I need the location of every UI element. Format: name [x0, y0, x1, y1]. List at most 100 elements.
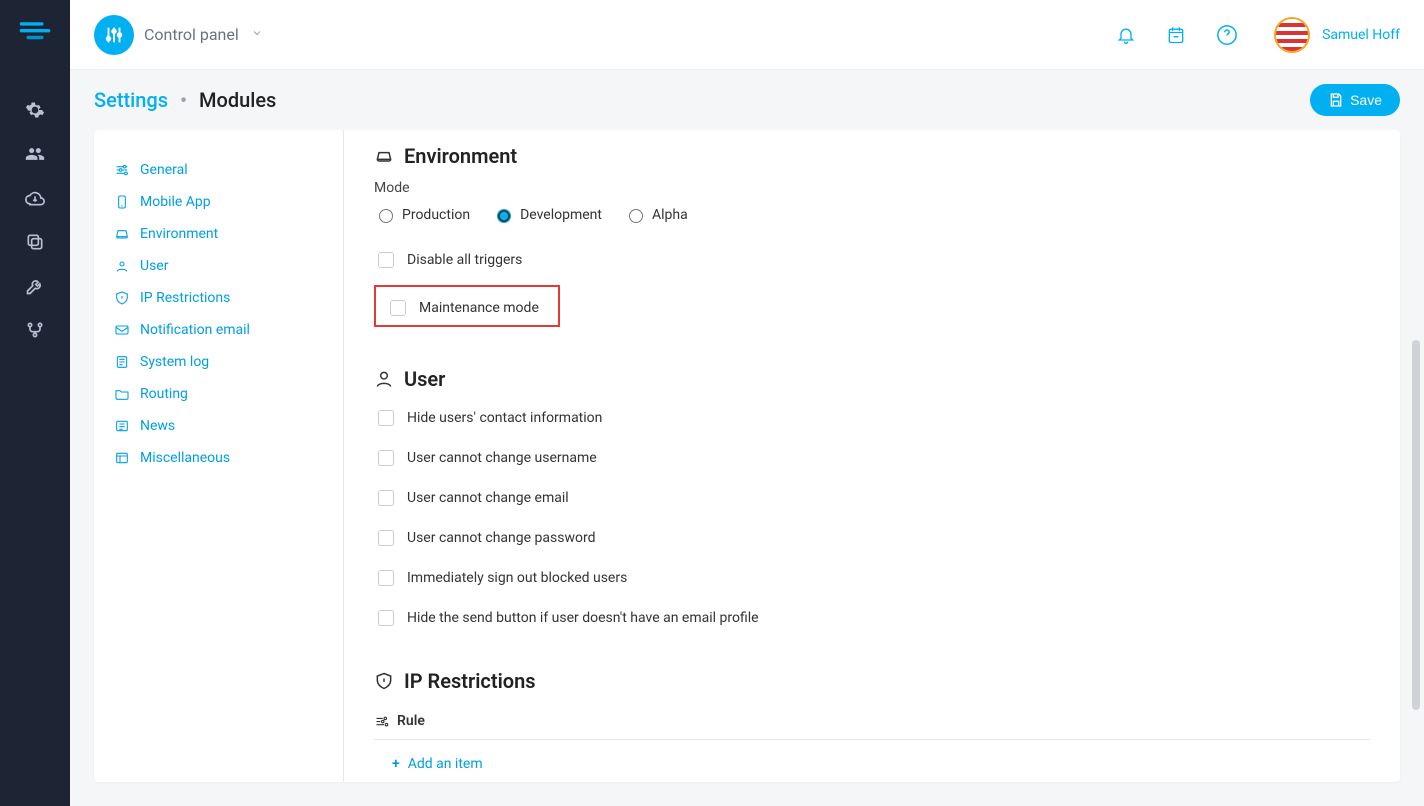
sliders-icon: [114, 162, 130, 178]
check-no-change-username-input[interactable]: [378, 450, 394, 466]
user-icon: [374, 369, 394, 389]
nav-label: Environment: [140, 226, 218, 242]
page-scrollbar[interactable]: [1410, 70, 1422, 806]
check-no-change-password[interactable]: User cannot change password: [374, 527, 1370, 549]
nav-miscellaneous[interactable]: Miscellaneous: [104, 442, 333, 474]
notifications-icon[interactable]: [1116, 25, 1136, 45]
nav-user[interactable]: User: [104, 250, 333, 282]
nav-label: Miscellaneous: [140, 450, 230, 466]
chevron-down-icon: [251, 27, 263, 43]
check-no-change-username[interactable]: User cannot change username: [374, 447, 1370, 469]
news-icon: [114, 418, 130, 434]
calendar-icon[interactable]: [1166, 25, 1186, 45]
check-no-change-email[interactable]: User cannot change email: [374, 487, 1370, 509]
radio-production[interactable]: Production: [374, 206, 470, 223]
nav-routing[interactable]: Routing: [104, 378, 333, 410]
check-maintenance-mode-input[interactable]: [390, 300, 406, 316]
maintenance-mode-highlight: Maintenance mode: [374, 285, 560, 327]
save-button-label: Save: [1350, 92, 1382, 108]
check-maintenance-mode[interactable]: Maintenance mode: [386, 297, 548, 319]
breadcrumb: Settings • Modules: [94, 88, 276, 112]
ip-add-item[interactable]: + Add an item: [374, 752, 1370, 776]
save-icon: [1328, 92, 1344, 108]
nav-label: News: [140, 418, 175, 434]
rules-icon: [374, 714, 389, 729]
left-rail: [0, 0, 70, 806]
section-user-title: User: [404, 367, 445, 391]
check-signout-blocked-input[interactable]: [378, 570, 394, 586]
scrollbar-thumb[interactable]: [1412, 340, 1420, 710]
shield-icon: [114, 290, 130, 306]
section-ip-title: IP Restrictions: [404, 669, 536, 693]
nav-notification-email[interactable]: Notification email: [104, 314, 333, 346]
settings-side-nav: General Mobile App Environment User: [94, 130, 344, 782]
help-icon[interactable]: [1216, 24, 1238, 46]
mobile-icon: [114, 194, 130, 210]
nav-environment[interactable]: Environment: [104, 218, 333, 250]
settings-body: Environment Mode Production Development: [344, 130, 1400, 782]
rail-item-download[interactable]: [0, 176, 70, 220]
nav-label: User: [140, 258, 168, 274]
breadcrumb-separator: •: [180, 88, 187, 112]
check-hide-contact-input[interactable]: [378, 410, 394, 426]
breadcrumb-current: Modules: [199, 88, 276, 112]
topbar: Control panel: [70, 0, 1424, 70]
check-hide-send[interactable]: Hide the send button if user doesn't hav…: [374, 607, 1370, 629]
ip-add-item-label: Add an item: [408, 756, 483, 772]
app-switcher[interactable]: Control panel: [94, 15, 263, 55]
check-hide-send-input[interactable]: [378, 610, 394, 626]
rail-item-tools[interactable]: [0, 264, 70, 308]
nav-mobile-app[interactable]: Mobile App: [104, 186, 333, 218]
nav-general[interactable]: General: [104, 154, 333, 186]
avatar: [1274, 17, 1310, 53]
disk-icon: [114, 226, 130, 242]
section-environment-title: Environment: [404, 144, 517, 168]
check-hide-send-label: Hide the send button if user doesn't hav…: [407, 610, 759, 626]
radio-production-label: Production: [402, 207, 470, 223]
check-no-change-email-label: User cannot change email: [407, 490, 569, 506]
plus-icon: +: [392, 756, 400, 772]
section-environment-header: Environment: [374, 144, 1370, 168]
rail-item-copy[interactable]: [0, 220, 70, 264]
check-no-change-password-input[interactable]: [378, 530, 394, 546]
check-no-change-password-label: User cannot change password: [407, 530, 595, 546]
check-hide-contact[interactable]: Hide users' contact information: [374, 407, 1370, 429]
radio-development-label: Development: [520, 207, 602, 223]
rail-item-branch[interactable]: [0, 308, 70, 352]
rail-item-settings[interactable]: [0, 88, 70, 132]
check-no-change-email-input[interactable]: [378, 490, 394, 506]
disk-icon: [374, 146, 394, 166]
nav-ip-restrictions[interactable]: IP Restrictions: [104, 282, 333, 314]
app-logo[interactable]: [16, 10, 54, 48]
check-disable-triggers-label: Disable all triggers: [407, 252, 522, 268]
nav-system-log[interactable]: System log: [104, 346, 333, 378]
breadcrumb-root[interactable]: Settings: [94, 88, 168, 112]
check-signout-blocked[interactable]: Immediately sign out blocked users: [374, 567, 1370, 589]
rail-item-users[interactable]: [0, 132, 70, 176]
mode-label: Mode: [374, 180, 1370, 196]
user-menu[interactable]: Samuel Hoff: [1274, 17, 1400, 53]
radio-alpha-label: Alpha: [652, 207, 688, 223]
radio-production-input[interactable]: [379, 209, 393, 223]
check-disable-triggers-input[interactable]: [378, 252, 394, 268]
check-disable-triggers[interactable]: Disable all triggers: [374, 249, 1370, 271]
radio-alpha-input[interactable]: [629, 209, 643, 223]
nav-label: IP Restrictions: [140, 290, 230, 306]
radio-development[interactable]: Development: [492, 206, 602, 223]
sliders-icon: [94, 15, 134, 55]
breadcrumb-bar: Settings • Modules Save: [70, 70, 1424, 130]
mail-icon: [114, 322, 130, 338]
nav-label: Mobile App: [140, 194, 211, 210]
save-button[interactable]: Save: [1310, 84, 1400, 116]
radio-alpha[interactable]: Alpha: [624, 206, 688, 223]
log-icon: [114, 354, 130, 370]
layout-icon: [114, 450, 130, 466]
user-name-label: Samuel Hoff: [1322, 27, 1400, 43]
nav-news[interactable]: News: [104, 410, 333, 442]
radio-development-input[interactable]: [497, 209, 511, 223]
check-hide-contact-label: Hide users' contact information: [407, 410, 602, 426]
user-icon: [114, 258, 130, 274]
app-switcher-label: Control panel: [144, 25, 239, 44]
section-user-header: User: [374, 367, 1370, 391]
nav-label: System log: [140, 354, 209, 370]
